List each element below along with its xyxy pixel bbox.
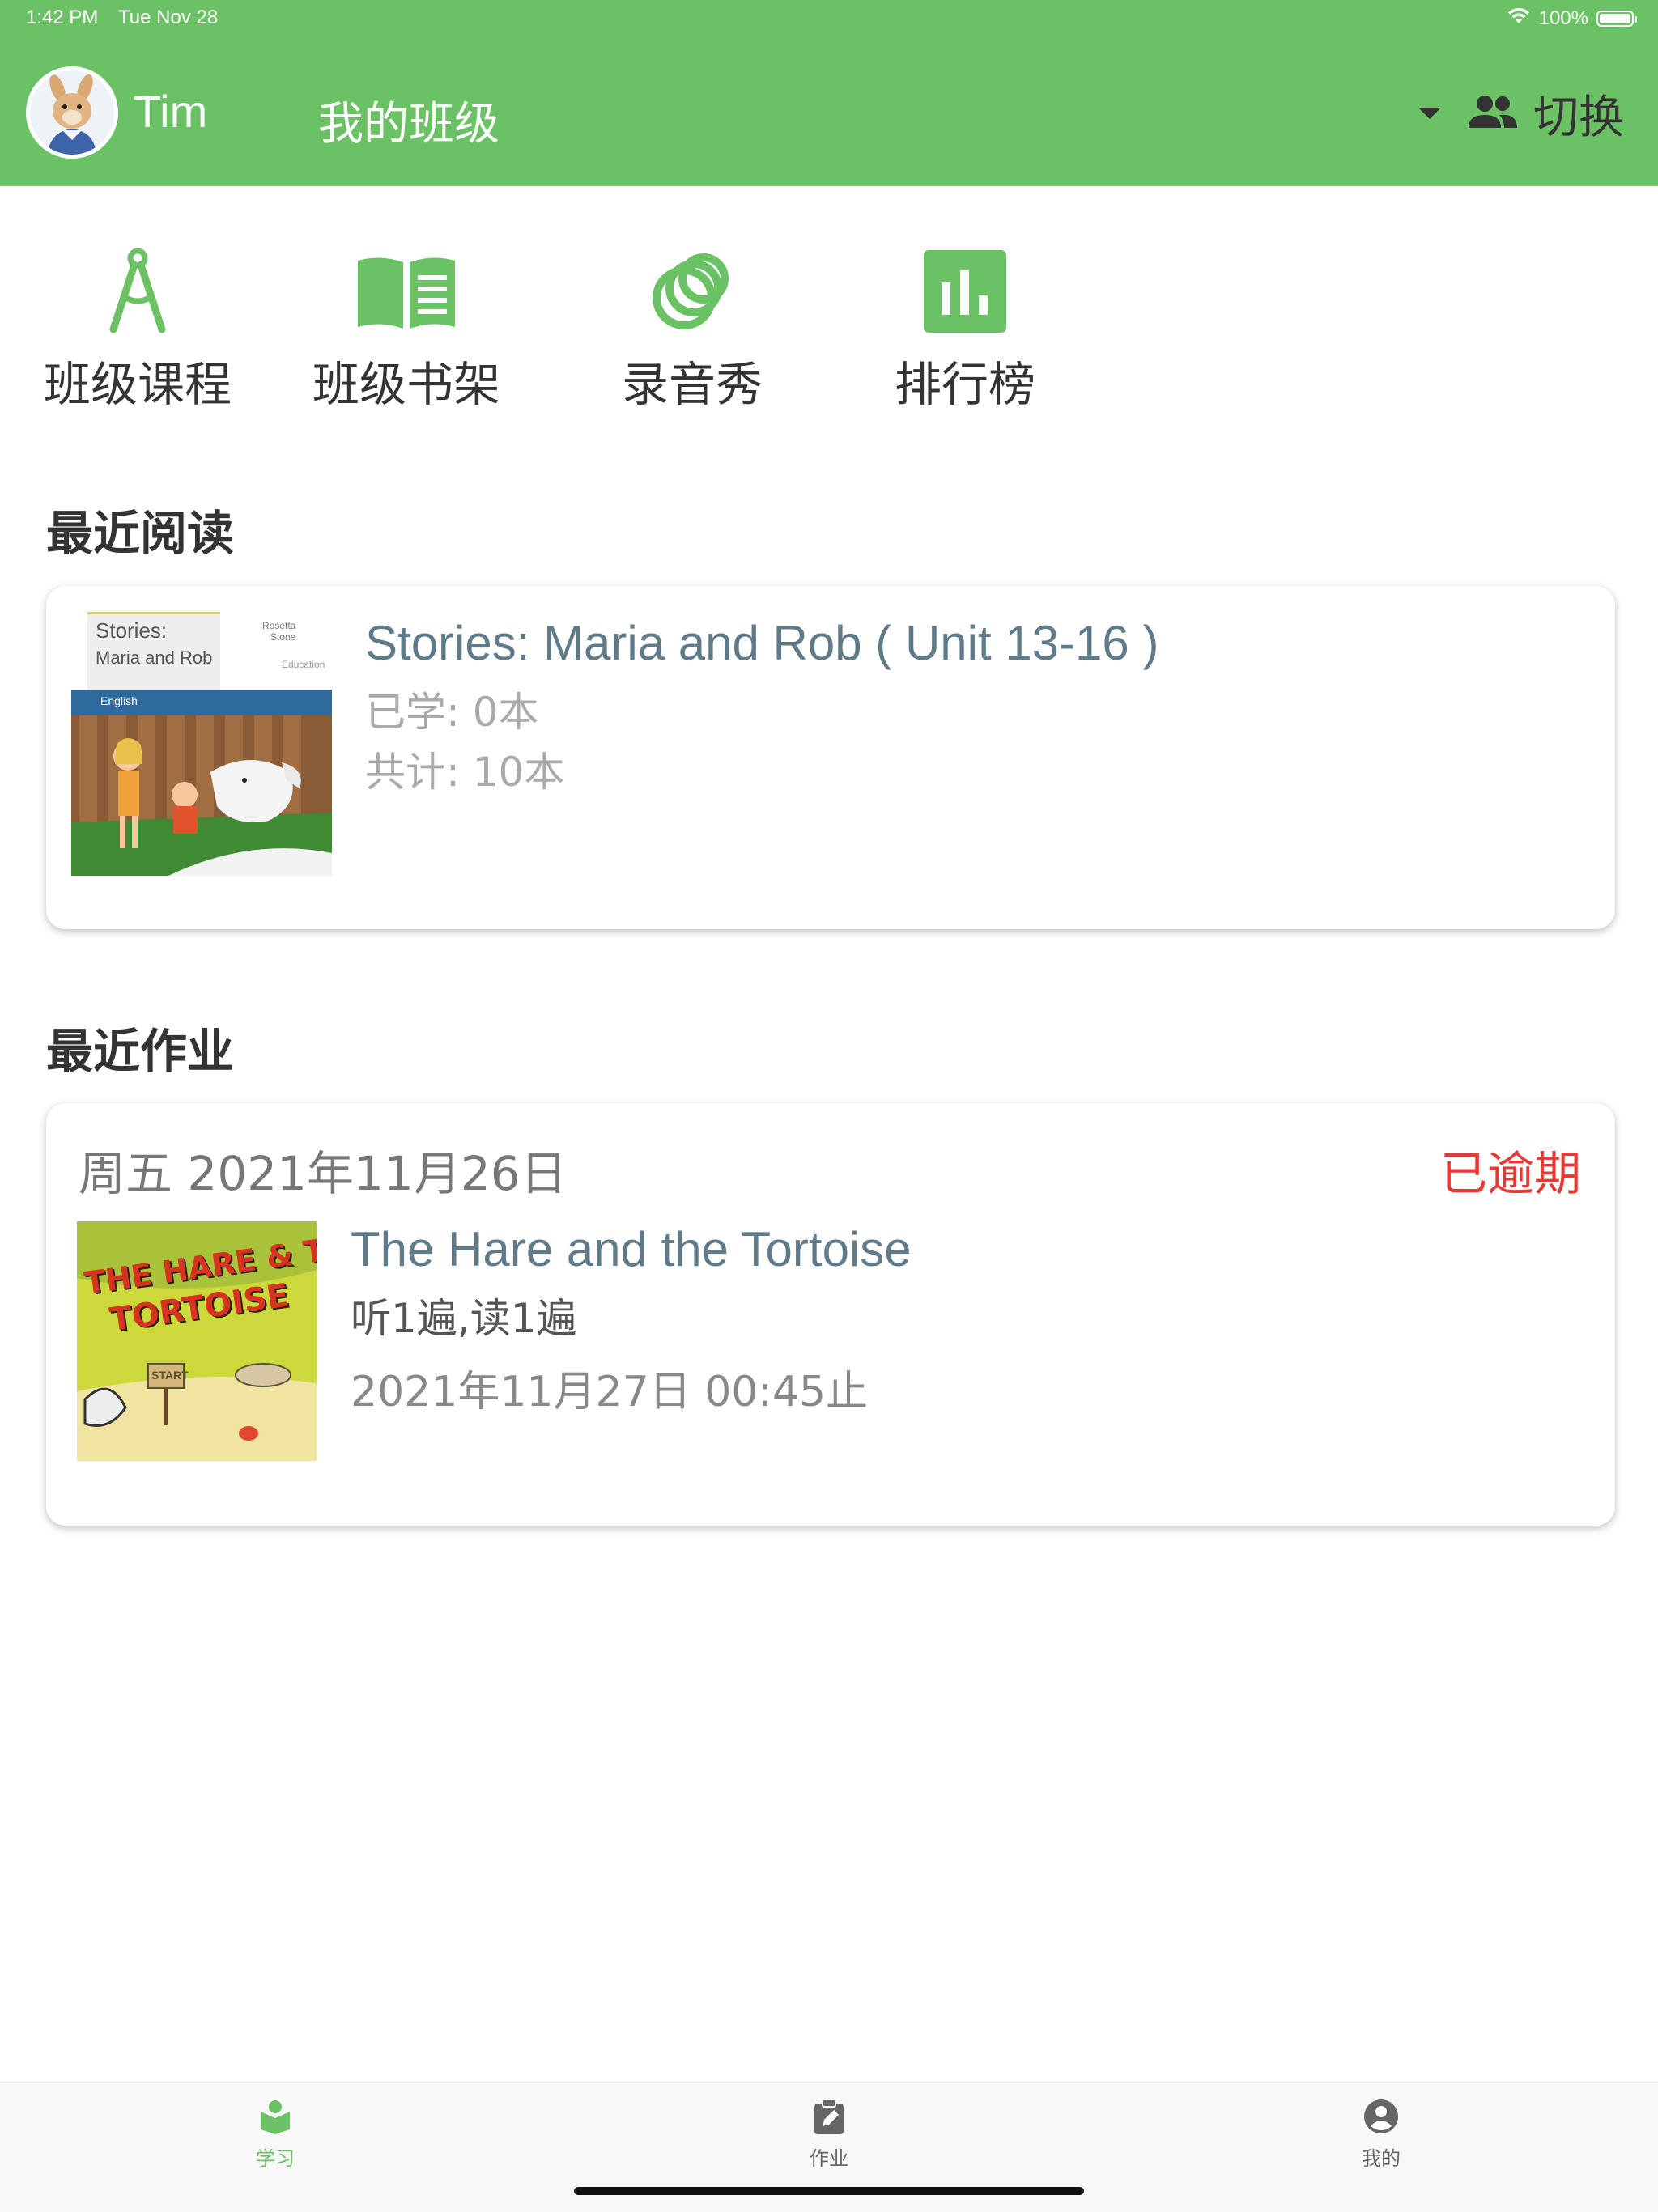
tab-label: 学习 — [256, 2147, 295, 2170]
tab-label: 我的 — [1362, 2147, 1401, 2170]
quick-item-class-course[interactable]: 班级课程 — [32, 243, 243, 421]
cover-publisher: Rosetta — [262, 620, 296, 631]
rings-icon — [595, 243, 789, 340]
recent-book-card[interactable]: Stories: Maria and Rob Rosetta Stone Edu… — [46, 586, 1615, 929]
compass-icon — [32, 243, 243, 340]
quick-item-recording-show[interactable]: 录音秀 — [595, 243, 789, 421]
study-icon — [194, 2099, 356, 2138]
cover-subtitle: Maria and Rob — [96, 647, 213, 668]
app-header: 1:42 PM Tue Nov 28 100% Tim 我的班级 切换 — [0, 0, 1658, 186]
profile-icon — [1300, 2099, 1462, 2138]
status-date: Tue Nov 28 — [118, 6, 219, 28]
homework-date: 周五 2021年11月26日 — [79, 1146, 568, 1201]
chevron-down-icon[interactable] — [1418, 108, 1441, 119]
book-icon — [301, 243, 512, 340]
tab-label: 作业 — [810, 2147, 848, 2170]
homework-task: 听1遍,读1遍 — [351, 1295, 577, 1342]
recent-reading-title: 最近阅读 — [46, 506, 235, 561]
quick-item-class-bookshelf[interactable]: 班级书架 — [301, 243, 512, 421]
quick-label: 班级课程 — [43, 357, 232, 412]
people-icon — [1467, 94, 1519, 133]
switch-class-button[interactable]: 切换 — [1467, 81, 1624, 146]
book-total-count: 共计: 10本 — [365, 749, 565, 796]
battery-icon — [1596, 11, 1637, 27]
book-learned-count: 已学: 0本 — [365, 689, 539, 736]
avatar[interactable] — [26, 66, 118, 159]
quick-label: 录音秀 — [621, 357, 763, 412]
cover-title: Stories: — [96, 618, 168, 643]
user-name: Tim — [134, 86, 208, 137]
cover-publisher: Stone — [270, 631, 296, 643]
tab-profile[interactable]: 我的 — [1300, 2099, 1462, 2171]
switch-label: 切换 — [1533, 91, 1624, 144]
homework-cover[interactable]: THE HARE & THE TORTOISE START — [77, 1221, 317, 1461]
quick-label: 排行榜 — [894, 357, 1035, 412]
page-title: 我的班级 — [318, 98, 500, 151]
home-indicator[interactable] — [574, 2187, 1084, 2195]
homework-card[interactable]: 周五 2021年11月26日 已逾期 THE HARE & THE TORTOI… — [46, 1103, 1615, 1526]
homework-deadline: 2021年11月27日 00:45止 — [351, 1368, 869, 1416]
status-indicators: 100% — [1507, 5, 1637, 32]
cover-illustration — [71, 715, 332, 876]
book-cover[interactable]: Stories: Maria and Rob Rosetta Stone Edu… — [71, 612, 332, 876]
cover-publisher: Education — [282, 659, 325, 670]
homework-icon — [748, 2099, 910, 2138]
battery-percent: 100% — [1538, 7, 1588, 29]
tab-study[interactable]: 学习 — [194, 2099, 356, 2171]
wifi-icon — [1507, 7, 1531, 31]
quick-item-leaderboard[interactable]: 排行榜 — [868, 243, 1062, 421]
quick-label: 班级书架 — [312, 357, 500, 412]
tab-homework[interactable]: 作业 — [748, 2099, 910, 2171]
homework-book-title[interactable]: The Hare and the Tortoise — [351, 1221, 912, 1277]
bar-chart-icon — [868, 243, 1062, 340]
cover-strip-text: English — [100, 694, 138, 707]
cover-sign: START — [151, 1369, 189, 1382]
recent-homework-title: 最近作业 — [46, 1024, 235, 1079]
book-title[interactable]: Stories: Maria and Rob ( Unit 13-16 ) — [365, 615, 1158, 671]
status-time: 1:42 PM — [26, 6, 99, 28]
overdue-badge: 已逾期 — [1439, 1146, 1581, 1201]
